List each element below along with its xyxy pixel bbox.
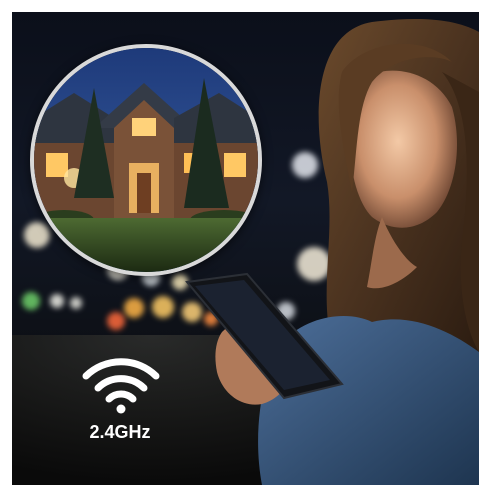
wifi-icon (82, 358, 160, 414)
house-at-dusk-image (34, 48, 258, 272)
frequency-label: 2.4GHz (89, 422, 151, 442)
photo-frame: 2.4GHz (12, 12, 479, 485)
house-inset (30, 44, 262, 276)
